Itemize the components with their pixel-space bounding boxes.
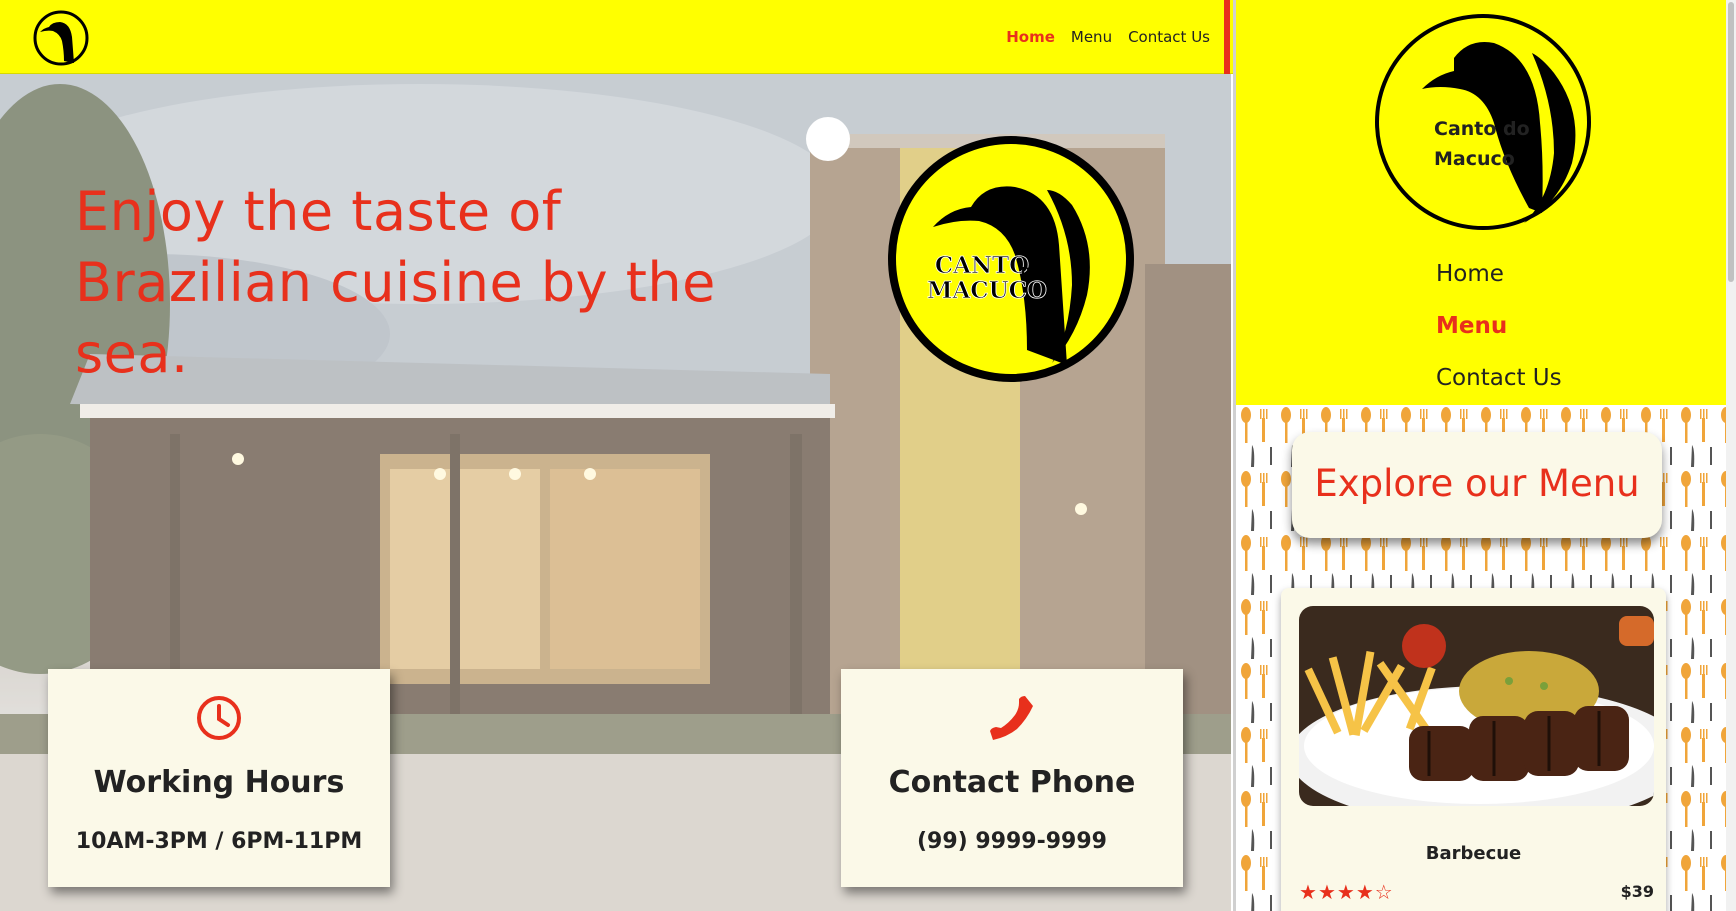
navbar-logo-icon[interactable] [32, 9, 90, 67]
explore-menu-title: Explore our Menu [1314, 462, 1640, 505]
mobile-nav-contact-us[interactable]: Contact Us [1436, 365, 1562, 391]
mobile-nav-home[interactable]: Home [1436, 261, 1504, 287]
desktop-view: Enjoy the taste of Brazilian cuisine by … [0, 0, 1233, 911]
navbar-accent-edge [1224, 0, 1230, 74]
logo-text-macuco: MACUCO [927, 277, 1047, 304]
nav-home[interactable]: Home [1006, 28, 1055, 46]
mobile-header: Canto do Macuco Home Menu Contact Us [1236, 0, 1726, 405]
contact-phone-title: Contact Phone [888, 765, 1136, 800]
mobile-view: Canto do Macuco Home Menu Contact Us Exp… [1236, 0, 1726, 911]
star-empty-icon: ☆ [1374, 880, 1394, 904]
nav-contact-us[interactable]: Contact Us [1128, 28, 1210, 46]
top-navbar: Home Menu Contact Us [0, 0, 1233, 74]
dish-price: $39 [1620, 882, 1654, 901]
dish-rating-stars: ★★★★☆ [1299, 880, 1394, 904]
working-hours-value: 10AM-3PM / 6PM-11PM [75, 829, 363, 854]
phone-icon [990, 696, 1033, 740]
mobile-brand-name: Canto do Macuco [1434, 114, 1544, 174]
dish-photo [1299, 606, 1654, 806]
contact-phone-value[interactable]: (99) 9999-9999 [841, 829, 1183, 854]
mobile-nav-menu[interactable]: Menu [1436, 313, 1507, 339]
menu-section: Explore our Menu Barbecue ★★★★☆ $39 [1236, 405, 1726, 911]
dish-card[interactable]: Barbecue ★★★★☆ $39 [1281, 588, 1666, 911]
mobile-brand-line1: Canto do [1434, 118, 1530, 140]
working-hours-title: Working Hours [93, 765, 345, 800]
explore-menu-banner: Explore our Menu [1292, 432, 1662, 538]
scrollbar-thumb[interactable] [1728, 2, 1734, 282]
working-hours-card: Working Hours 10AM-3PM / 6PM-11PM [48, 669, 390, 887]
hero-headline: Enjoy the taste of Brazilian cuisine by … [75, 180, 716, 385]
hero-section: Enjoy the taste of Brazilian cuisine by … [0, 74, 1231, 911]
clock-icon [197, 696, 241, 740]
logo-text-canto: CANTO [935, 252, 1029, 279]
mobile-brand-line2: Macuco [1434, 148, 1515, 170]
mobile-scrollbar[interactable] [1726, 0, 1736, 911]
star-filled-icon: ★ [1299, 880, 1318, 904]
star-filled-icon: ★ [1317, 880, 1337, 904]
star-filled-icon: ★ [1355, 880, 1375, 904]
navbar-links: Home Menu Contact Us [1006, 28, 1210, 46]
contact-phone-card: Contact Phone (99) 9999-9999 [841, 669, 1183, 887]
restaurant-logo: CANTO DO MACUCO [888, 136, 1134, 382]
star-filled-icon: ★ [1336, 880, 1356, 904]
nav-menu[interactable]: Menu [1071, 28, 1112, 46]
dish-name: Barbecue [1425, 843, 1522, 864]
